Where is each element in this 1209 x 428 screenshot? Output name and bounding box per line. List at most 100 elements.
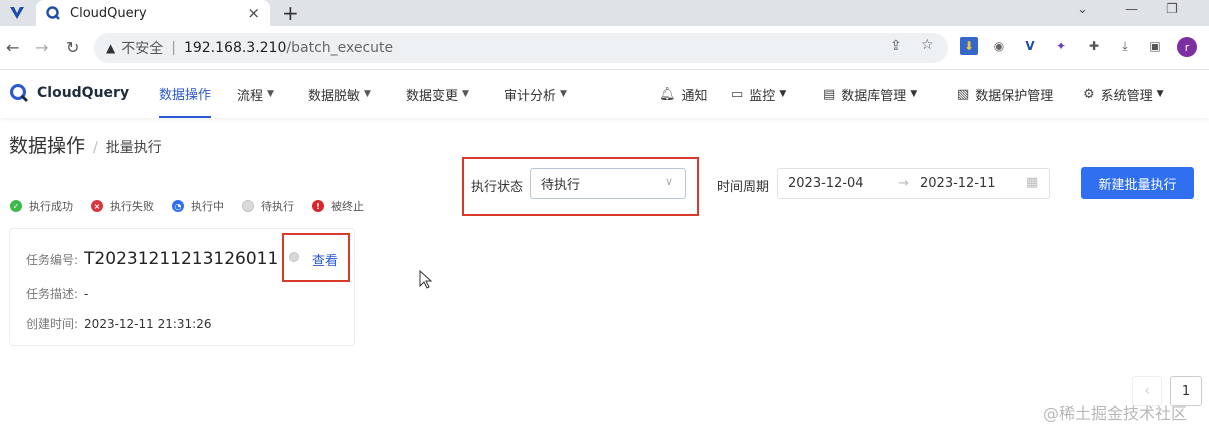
- breadcrumb-parent[interactable]: 数据操作: [9, 131, 85, 158]
- warning-icon: ▲: [106, 41, 116, 55]
- nav-label: 流程: [237, 88, 264, 104]
- bookmark-star-icon[interactable]: ☆: [921, 37, 934, 53]
- url-separator: |: [171, 40, 176, 56]
- task-desc-row: 任务描述: -: [26, 285, 88, 302]
- profile-avatar[interactable]: r: [1177, 37, 1197, 57]
- legend-terminated: ! 被终止: [312, 198, 364, 214]
- url-path: /batch_execute: [286, 40, 394, 56]
- breadcrumb-current: 批量执行: [105, 140, 162, 156]
- v-extension-icon[interactable]: V: [1021, 37, 1039, 55]
- status-select-value: 待执行: [541, 178, 581, 193]
- chevron-down-icon: ▼: [267, 89, 274, 99]
- nav-label: 数据变更: [406, 88, 459, 104]
- tab-title: CloudQuery: [70, 5, 147, 21]
- nav-workflow[interactable]: 流程 ▼: [237, 70, 274, 118]
- nav-data-protection[interactable]: ▧ 数据保护管理: [957, 70, 1053, 118]
- legend-label: 执行成功: [29, 200, 73, 213]
- brand-logo[interactable]: CloudQuery: [9, 83, 129, 103]
- cloudquery-logo-icon: [10, 84, 29, 103]
- check-circle-icon: ✓: [10, 200, 22, 212]
- database-icon: ▤: [823, 86, 836, 102]
- nav-label: 监控: [749, 88, 776, 104]
- range-arrow-icon: →: [898, 176, 909, 191]
- nav-label: 审计分析: [504, 88, 557, 104]
- nav-database-management[interactable]: ▤ 数据库管理 ▼: [823, 70, 917, 118]
- nav-monitor[interactable]: ▭ 监控 ▼: [731, 70, 786, 118]
- task-created-row: 创建时间: 2023-12-11 21:31:26: [26, 315, 212, 332]
- browser-tab-bar: CloudQuery × + ⌄ — ❐: [0, 0, 1209, 26]
- new-tab-icon[interactable]: +: [282, 1, 299, 25]
- downloads-icon[interactable]: ⤓: [1116, 37, 1134, 55]
- chevron-down-icon: ▼: [1156, 89, 1164, 99]
- browser-logo-icon: [10, 7, 24, 19]
- nav-data-operation[interactable]: 数据操作: [159, 70, 212, 118]
- running-icon: ◔: [172, 200, 184, 212]
- status-filter-label: 执行状态: [471, 180, 524, 195]
- nav-label: 数据保护管理: [975, 88, 1054, 104]
- gear-icon: ⚙: [1083, 86, 1095, 102]
- extensions-puzzle-icon[interactable]: ✚: [1085, 37, 1103, 55]
- start-date-input[interactable]: 2023-12-04: [788, 176, 864, 191]
- download-extension-icon[interactable]: ⬇: [960, 37, 978, 55]
- legend-label: 待执行: [261, 200, 294, 213]
- reload-icon[interactable]: ↻: [66, 38, 79, 57]
- task-id-row: 任务编号: T20231211213126011: [26, 249, 278, 269]
- camera-extension-icon[interactable]: ◉: [990, 37, 1008, 55]
- forward-icon[interactable]: →: [35, 38, 48, 57]
- nav-label: 数据脱敏: [308, 88, 361, 104]
- mouse-cursor-icon: [419, 270, 433, 289]
- x-circle-icon: ×: [91, 200, 103, 212]
- chevron-down-icon: ▼: [779, 89, 787, 99]
- calendar-icon[interactable]: ▦: [1026, 175, 1038, 190]
- task-desc-label: 任务描述:: [26, 287, 79, 301]
- browser-tab[interactable]: CloudQuery ×: [36, 0, 270, 26]
- share-icon[interactable]: ⇪: [890, 38, 902, 54]
- pending-icon: [242, 200, 254, 212]
- legend-pending: 待执行: [242, 198, 294, 214]
- cloudquery-favicon-icon: [46, 6, 60, 20]
- close-tab-icon[interactable]: ×: [247, 4, 260, 22]
- tab-search-icon[interactable]: ⌄: [1077, 2, 1088, 17]
- nav-label: 数据库管理: [841, 88, 907, 104]
- insecure-label: 不安全: [121, 41, 164, 57]
- breadcrumb-divider: /: [93, 140, 98, 156]
- nav-audit-analysis[interactable]: 审计分析 ▼: [504, 70, 567, 118]
- restore-icon[interactable]: ❐: [1166, 2, 1178, 17]
- new-batch-execute-button[interactable]: 新建批量执行: [1081, 167, 1194, 199]
- task-created-label: 创建时间:: [26, 317, 79, 331]
- chevron-down-icon: ▼: [462, 89, 469, 99]
- breadcrumb: 数据操作 / 批量执行: [9, 131, 162, 158]
- nav-label: 通知: [681, 88, 708, 104]
- brand-name: CloudQuery: [37, 85, 130, 101]
- exclamation-circle-icon: !: [312, 200, 324, 212]
- app-header: CloudQuery 数据操作 流程 ▼ 数据脱敏 ▼ 数据变更 ▼ 审计分析 …: [0, 70, 1209, 118]
- task-created-value: 2023-12-11 21:31:26: [84, 317, 212, 331]
- legend-running: ◔ 执行中: [172, 198, 224, 214]
- side-panel-icon[interactable]: ▣: [1146, 37, 1164, 55]
- status-select[interactable]: 待执行 ∨: [530, 168, 686, 199]
- nav-data-change[interactable]: 数据变更 ▼: [406, 70, 469, 118]
- nav-system-management[interactable]: ⚙ 系统管理 ▼: [1083, 70, 1164, 118]
- watermark-text: @稀土掘金技术社区: [1043, 404, 1188, 423]
- pending-status-icon: [289, 252, 299, 262]
- period-filter-label: 时间周期: [717, 180, 770, 195]
- date-range-picker[interactable]: 2023-12-04 → 2023-12-11 ▦: [777, 168, 1050, 199]
- nav-data-masking[interactable]: 数据脱敏 ▼: [308, 70, 371, 118]
- minimize-icon[interactable]: —: [1125, 2, 1138, 17]
- legend-label: 被终止: [331, 200, 364, 213]
- nav-label: 数据操作: [159, 87, 212, 103]
- chevron-down-icon: ▼: [560, 89, 567, 99]
- url-input[interactable]: ▲ 不安全 | 192.168.3.210 /batch_execute: [94, 33, 948, 63]
- end-date-input[interactable]: 2023-12-11: [920, 176, 996, 191]
- bell-icon: 🔔︎: [659, 86, 676, 102]
- legend-label: 执行中: [191, 200, 224, 213]
- ai-extension-icon[interactable]: ✦: [1052, 37, 1070, 55]
- back-icon[interactable]: ←: [6, 38, 19, 57]
- task-id-label: 任务编号:: [26, 253, 79, 267]
- view-task-link[interactable]: 查看: [312, 250, 338, 269]
- chevron-down-icon: ▼: [364, 89, 371, 99]
- legend-success: ✓ 执行成功: [10, 198, 73, 214]
- task-desc-value: -: [84, 287, 89, 301]
- nav-notifications[interactable]: 🔔︎ 通知: [659, 70, 708, 118]
- url-host: 192.168.3.210: [183, 40, 287, 56]
